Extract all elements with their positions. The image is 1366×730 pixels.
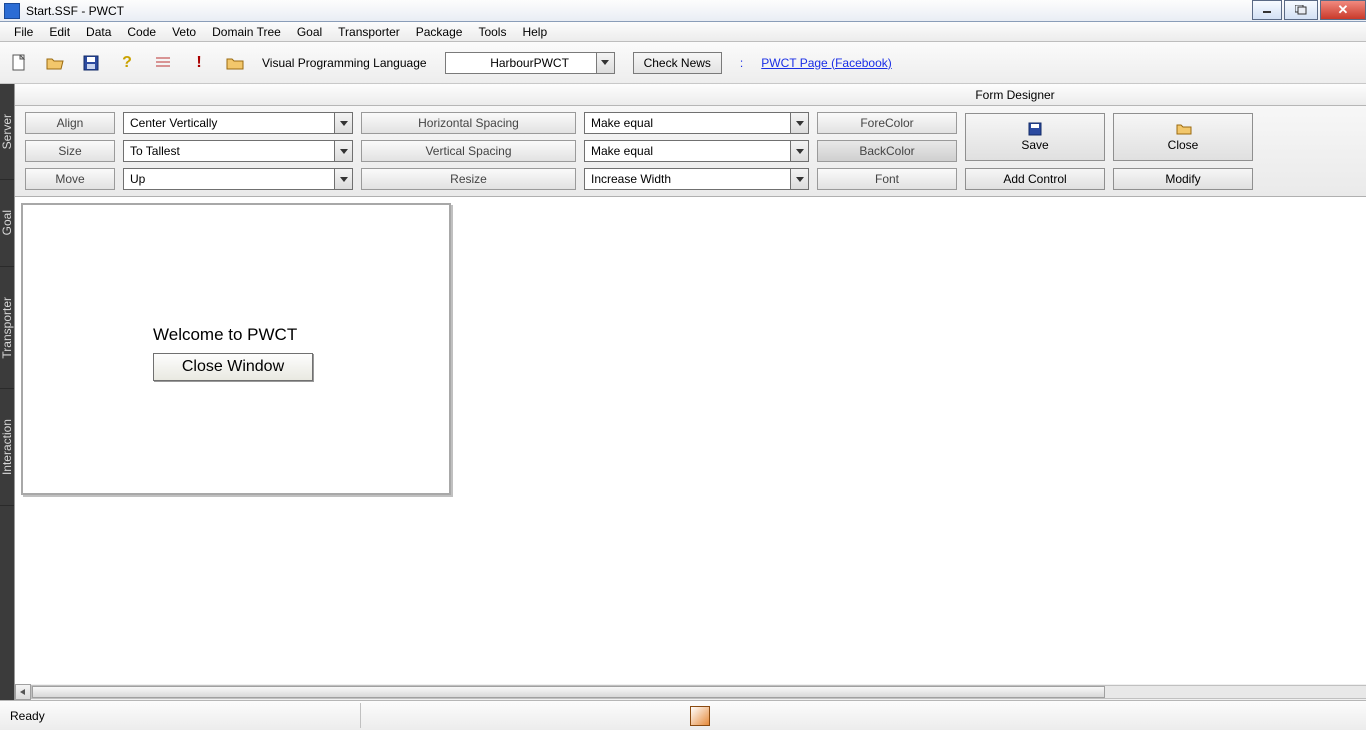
- open-folder-icon[interactable]: [46, 54, 64, 72]
- exclaim-icon[interactable]: !: [190, 54, 208, 72]
- select-value: Increase Width: [591, 172, 671, 186]
- language-select[interactable]: HarbourPWCT: [445, 52, 615, 74]
- select-value: Make equal: [591, 116, 653, 130]
- new-file-icon[interactable]: [10, 54, 28, 72]
- folder-icon[interactable]: [226, 54, 244, 72]
- menu-goal[interactable]: Goal: [289, 23, 330, 41]
- language-value: HarbourPWCT: [490, 56, 569, 70]
- resize-button[interactable]: Resize: [361, 168, 576, 190]
- sidebar-tab-transporter[interactable]: Transporter: [0, 267, 14, 390]
- dropdown-arrow-icon: [790, 141, 808, 161]
- menu-file[interactable]: File: [6, 23, 41, 41]
- size-button[interactable]: Size: [25, 140, 115, 162]
- align-select[interactable]: Center Vertically: [123, 112, 353, 134]
- vspacing-select[interactable]: Make equal: [584, 140, 809, 162]
- resize-select[interactable]: Increase Width: [584, 168, 809, 190]
- titlebar: Start.SSF - PWCT ✕: [0, 0, 1366, 22]
- sidebar-tab-goal[interactable]: Goal: [0, 180, 14, 266]
- sidebar-label: Server: [0, 114, 14, 149]
- horizontal-spacing-button[interactable]: Horizontal Spacing: [361, 112, 576, 134]
- save-label: Save: [1021, 138, 1048, 152]
- add-control-button[interactable]: Add Control: [965, 168, 1105, 190]
- canvas[interactable]: Welcome to PWCT Close Window: [15, 197, 1366, 657]
- window-controls: ✕: [1250, 0, 1366, 21]
- menu-edit[interactable]: Edit: [41, 23, 78, 41]
- sidebar-label: Goal: [0, 210, 14, 235]
- language-label: Visual Programming Language: [262, 56, 427, 70]
- sidebar-tab-server[interactable]: Server: [0, 84, 14, 180]
- font-button[interactable]: Font: [817, 168, 957, 190]
- sidebar: Server Goal Transporter Interaction: [0, 84, 14, 700]
- menu-package[interactable]: Package: [408, 23, 471, 41]
- sidebar-label: Interaction: [0, 419, 14, 475]
- menu-help[interactable]: Help: [514, 23, 555, 41]
- dropdown-arrow-icon: [334, 169, 352, 189]
- minimize-button[interactable]: [1252, 0, 1282, 20]
- app-icon: [4, 3, 20, 19]
- backcolor-button[interactable]: BackColor: [817, 140, 957, 162]
- menu-veto[interactable]: Veto: [164, 23, 204, 41]
- close-window-button[interactable]: Close Window: [153, 353, 313, 381]
- menu-domaintree[interactable]: Domain Tree: [204, 23, 289, 41]
- close-label: Close: [1168, 138, 1199, 152]
- workarea: Form Designer Align Center Vertically Ho…: [14, 84, 1366, 700]
- scroll-left-arrow-icon[interactable]: [15, 684, 31, 700]
- canvas-scroll-area: Welcome to PWCT Close Window: [15, 197, 1366, 700]
- close-folder-icon: [1176, 122, 1190, 136]
- select-value: Make equal: [591, 144, 653, 158]
- menu-transporter[interactable]: Transporter: [330, 23, 408, 41]
- list-icon[interactable]: [154, 54, 172, 72]
- save-icon: [1028, 122, 1042, 136]
- close-form-button[interactable]: Close: [1113, 113, 1253, 161]
- menubar: File Edit Data Code Veto Domain Tree Goa…: [0, 22, 1366, 42]
- menu-tools[interactable]: Tools: [470, 23, 514, 41]
- sidebar-tab-interaction[interactable]: Interaction: [0, 389, 14, 506]
- dropdown-arrow-icon: [334, 141, 352, 161]
- control-strip: Align Center Vertically Horizontal Spaci…: [15, 106, 1366, 197]
- forecolor-button[interactable]: ForeColor: [817, 112, 957, 134]
- link-separator: :: [740, 56, 743, 70]
- hspacing-select[interactable]: Make equal: [584, 112, 809, 134]
- maximize-button[interactable]: [1284, 0, 1318, 20]
- dropdown-arrow-icon: [596, 53, 614, 73]
- sidebar-label: Transporter: [0, 297, 14, 359]
- select-value: Up: [130, 172, 145, 186]
- select-value: To Tallest: [130, 144, 180, 158]
- status-text: Ready: [10, 709, 45, 723]
- dropdown-arrow-icon: [334, 113, 352, 133]
- main-area: Server Goal Transporter Interaction Form…: [0, 84, 1366, 700]
- select-value: Center Vertically: [130, 116, 217, 130]
- dropdown-arrow-icon: [790, 169, 808, 189]
- scroll-thumb[interactable]: [32, 686, 1105, 698]
- form-designer-title: Form Designer: [15, 84, 1366, 106]
- scroll-track[interactable]: [31, 685, 1366, 699]
- move-button[interactable]: Move: [25, 168, 115, 190]
- modify-button[interactable]: Modify: [1113, 168, 1253, 190]
- pwct-facebook-link[interactable]: PWCT Page (Facebook): [761, 56, 892, 70]
- size-select[interactable]: To Tallest: [123, 140, 353, 162]
- horizontal-scrollbar[interactable]: [15, 684, 1366, 700]
- window-title: Start.SSF - PWCT: [26, 4, 1250, 18]
- move-select[interactable]: Up: [123, 168, 353, 190]
- status-separator: [360, 703, 361, 728]
- menu-code[interactable]: Code: [119, 23, 164, 41]
- help-icon[interactable]: ?: [118, 54, 136, 72]
- save-button[interactable]: Save: [965, 113, 1105, 161]
- statusbar: Ready: [0, 700, 1366, 730]
- vertical-spacing-button[interactable]: Vertical Spacing: [361, 140, 576, 162]
- dropdown-arrow-icon: [790, 113, 808, 133]
- toolbar: ? ! Visual Programming Language HarbourP…: [0, 42, 1366, 84]
- status-tray-icon[interactable]: [690, 706, 710, 726]
- align-button[interactable]: Align: [25, 112, 115, 134]
- welcome-label: Welcome to PWCT: [153, 325, 297, 345]
- close-button[interactable]: ✕: [1320, 0, 1366, 20]
- design-form-window[interactable]: Welcome to PWCT Close Window: [21, 203, 451, 495]
- menu-data[interactable]: Data: [78, 23, 119, 41]
- save-icon[interactable]: [82, 54, 100, 72]
- check-news-button[interactable]: Check News: [633, 52, 722, 74]
